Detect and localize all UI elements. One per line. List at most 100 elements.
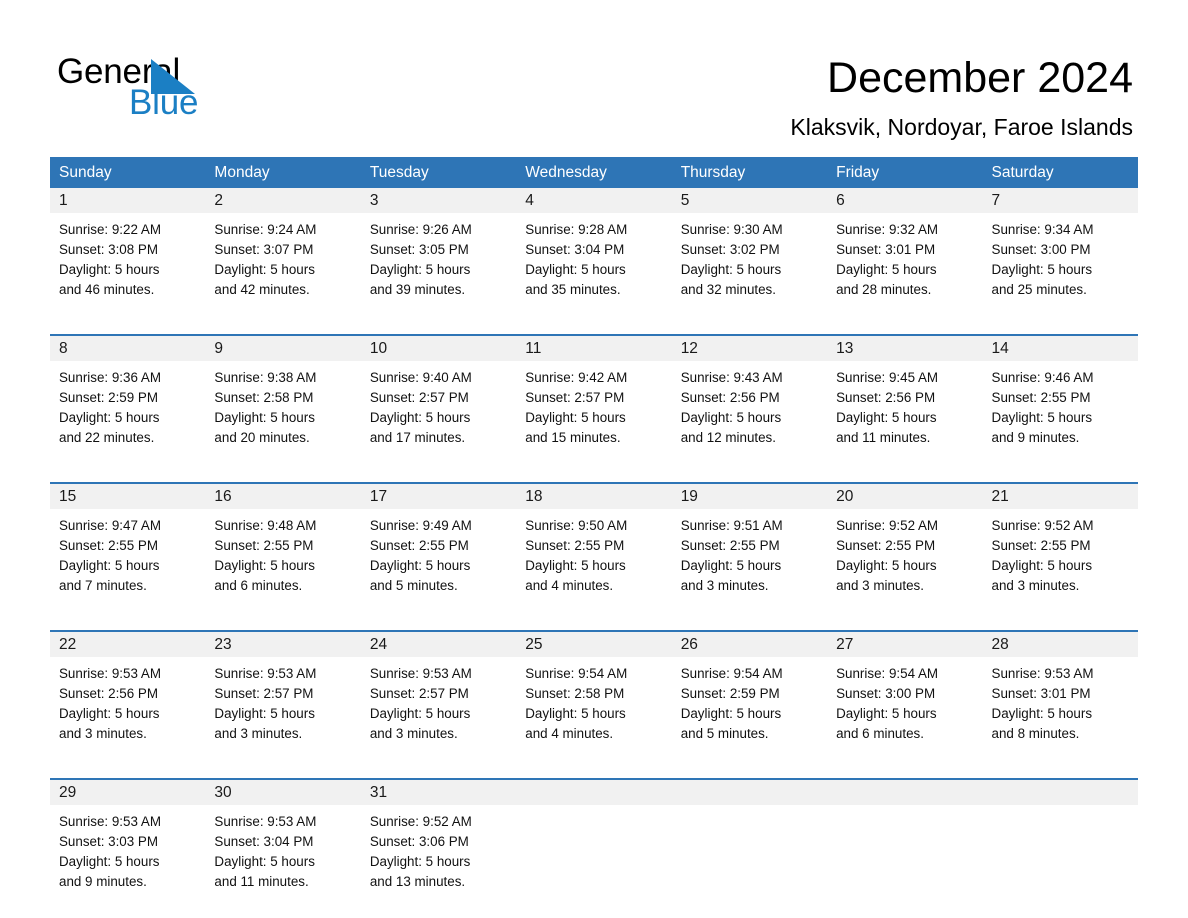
- day-cell[interactable]: Sunrise: 9:42 AM Sunset: 2:57 PM Dayligh…: [516, 361, 671, 470]
- day-detail-row: Sunrise: 9:53 AM Sunset: 2:56 PM Dayligh…: [50, 657, 1138, 766]
- day-cell[interactable]: Sunrise: 9:22 AM Sunset: 3:08 PM Dayligh…: [50, 213, 205, 322]
- calendar-week-row: 8 9 10 11 12 13 14 Sunrise: 9:36 AM Suns…: [50, 334, 1138, 470]
- day-cell[interactable]: Sunrise: 9:26 AM Sunset: 3:05 PM Dayligh…: [361, 213, 516, 322]
- sunrise-text: Sunrise: 9:53 AM: [214, 814, 317, 829]
- sunrise-text: Sunrise: 9:53 AM: [991, 666, 1094, 681]
- sunset-text: Sunset: 3:04 PM: [525, 242, 625, 257]
- day-number: 1: [59, 192, 68, 209]
- day-cell[interactable]: Sunrise: 9:53 AM Sunset: 2:56 PM Dayligh…: [50, 657, 205, 766]
- daylight-text-line1: Daylight: 5 hours: [59, 410, 160, 425]
- day-cell[interactable]: Sunrise: 9:34 AM Sunset: 3:00 PM Dayligh…: [983, 213, 1138, 322]
- day-number: 12: [680, 340, 698, 357]
- day-number-row: 29 30 31: [50, 780, 1138, 805]
- daylight-text-line1: Daylight: 5 hours: [991, 706, 1093, 721]
- day-cell[interactable]: Sunrise: 9:50 AM Sunset: 2:55 PM Dayligh…: [516, 509, 671, 618]
- day-cell[interactable]: Sunrise: 9:47 AM Sunset: 2:55 PM Dayligh…: [50, 509, 205, 618]
- day-cell[interactable]: Sunrise: 9:53 AM Sunset: 3:03 PM Dayligh…: [50, 805, 205, 917]
- day-cell[interactable]: Sunrise: 9:52 AM Sunset: 2:55 PM Dayligh…: [827, 509, 982, 618]
- day-number: 9: [214, 340, 224, 357]
- sunset-text: Sunset: 3:07 PM: [214, 242, 314, 257]
- daylight-text-line1: Daylight: 5 hours: [836, 558, 937, 573]
- sunset-text: Sunset: 2:58 PM: [214, 390, 314, 405]
- day-cell[interactable]: Sunrise: 9:38 AM Sunset: 2:58 PM Dayligh…: [205, 361, 360, 470]
- day-number-row: 1 2 3 4 5 6 7: [50, 188, 1138, 213]
- day-cell[interactable]: Sunrise: 9:54 AM Sunset: 3:00 PM Dayligh…: [827, 657, 982, 766]
- day-cell[interactable]: Sunrise: 9:30 AM Sunset: 3:02 PM Dayligh…: [672, 213, 827, 322]
- day-cell[interactable]: Sunrise: 9:40 AM Sunset: 2:57 PM Dayligh…: [361, 361, 516, 470]
- day-cell[interactable]: Sunrise: 9:48 AM Sunset: 2:55 PM Dayligh…: [205, 509, 360, 618]
- day-number: 26: [680, 636, 698, 653]
- day-number: 7: [991, 192, 1001, 209]
- weekday-header-thursday: Thursday: [680, 164, 746, 181]
- sunrise-text: Sunrise: 9:46 AM: [991, 370, 1094, 385]
- sunrise-text: Sunrise: 9:38 AM: [214, 370, 317, 385]
- daylight-text-line2: and 9 minutes.: [59, 874, 147, 889]
- day-cell[interactable]: Sunrise: 9:49 AM Sunset: 2:55 PM Dayligh…: [361, 509, 516, 618]
- day-cell[interactable]: Sunrise: 9:52 AM Sunset: 3:06 PM Dayligh…: [361, 805, 516, 917]
- day-number: 15: [59, 488, 77, 505]
- day-number: 28: [991, 636, 1009, 653]
- page-title: December 2024: [827, 54, 1133, 102]
- weekday-header-sunday: Sunday: [59, 164, 112, 181]
- day-number: 14: [991, 340, 1009, 357]
- general-blue-logo[interactable]: General Blue: [57, 52, 257, 124]
- sunrise-text: Sunrise: 9:32 AM: [836, 222, 939, 237]
- day-number: 25: [525, 636, 543, 653]
- day-cell[interactable]: Sunrise: 9:32 AM Sunset: 3:01 PM Dayligh…: [827, 213, 982, 322]
- day-cell[interactable]: Sunrise: 9:51 AM Sunset: 2:55 PM Dayligh…: [672, 509, 827, 618]
- weekday-header-wednesday: Wednesday: [525, 164, 607, 181]
- day-number: 10: [369, 340, 388, 357]
- day-number: 18: [525, 488, 543, 505]
- daylight-text-line2: and 3 minutes.: [836, 578, 924, 593]
- sunrise-text: Sunrise: 9:54 AM: [836, 666, 939, 681]
- daylight-text-line1: Daylight: 5 hours: [836, 262, 937, 277]
- sunrise-text: Sunrise: 9:53 AM: [214, 666, 317, 681]
- day-number-empty: [516, 780, 671, 805]
- daylight-text-line1: Daylight: 5 hours: [525, 410, 626, 425]
- daylight-text-line2: and 13 minutes.: [369, 874, 466, 889]
- sunrise-text: Sunrise: 9:36 AM: [59, 370, 161, 385]
- daylight-text-line1: Daylight: 5 hours: [991, 558, 1093, 573]
- week-spacer: [50, 322, 1138, 334]
- day-cell[interactable]: Sunrise: 9:24 AM Sunset: 3:07 PM Dayligh…: [205, 213, 360, 322]
- daylight-text-line1: Daylight: 5 hours: [369, 706, 471, 721]
- sunset-text: Sunset: 2:55 PM: [836, 538, 936, 553]
- sunset-text: Sunset: 2:55 PM: [369, 538, 469, 553]
- day-cell[interactable]: Sunrise: 9:53 AM Sunset: 2:57 PM Dayligh…: [205, 657, 360, 766]
- daylight-text-line2: and 6 minutes.: [214, 578, 303, 593]
- daylight-text-line1: Daylight: 5 hours: [680, 262, 782, 277]
- day-cell[interactable]: Sunrise: 9:43 AM Sunset: 2:56 PM Dayligh…: [672, 361, 827, 470]
- calendar-week-row: 22 23 24 25 26 27 28 Sunrise: 9:53 AM Su…: [50, 630, 1138, 766]
- daylight-text-line2: and 5 minutes.: [680, 726, 769, 741]
- day-cell[interactable]: Sunrise: 9:53 AM Sunset: 3:01 PM Dayligh…: [983, 657, 1138, 766]
- daylight-text-line2: and 5 minutes.: [369, 578, 458, 593]
- sunset-text: Sunset: 2:55 PM: [991, 538, 1091, 553]
- sunset-text: Sunset: 2:55 PM: [525, 538, 625, 553]
- day-number: 22: [59, 636, 77, 653]
- daylight-text-line1: Daylight: 5 hours: [836, 410, 937, 425]
- daylight-text-line2: and 28 minutes.: [836, 282, 932, 297]
- day-cell[interactable]: Sunrise: 9:54 AM Sunset: 2:58 PM Dayligh…: [516, 657, 671, 766]
- day-cell[interactable]: Sunrise: 9:46 AM Sunset: 2:55 PM Dayligh…: [983, 361, 1138, 470]
- day-cell[interactable]: Sunrise: 9:28 AM Sunset: 3:04 PM Dayligh…: [516, 213, 671, 322]
- day-cell[interactable]: Sunrise: 9:53 AM Sunset: 2:57 PM Dayligh…: [361, 657, 516, 766]
- daylight-text-line1: Daylight: 5 hours: [836, 706, 937, 721]
- day-number: 11: [525, 340, 542, 357]
- daylight-text-line1: Daylight: 5 hours: [59, 854, 160, 869]
- day-cell[interactable]: Sunrise: 9:36 AM Sunset: 2:59 PM Dayligh…: [50, 361, 205, 470]
- day-cell[interactable]: Sunrise: 9:52 AM Sunset: 2:55 PM Dayligh…: [983, 509, 1138, 618]
- sunrise-text: Sunrise: 9:53 AM: [59, 814, 161, 829]
- day-cell[interactable]: Sunrise: 9:54 AM Sunset: 2:59 PM Dayligh…: [672, 657, 827, 766]
- day-cell[interactable]: Sunrise: 9:45 AM Sunset: 2:56 PM Dayligh…: [827, 361, 982, 470]
- sunset-text: Sunset: 3:08 PM: [59, 242, 158, 257]
- daylight-text-line1: Daylight: 5 hours: [680, 706, 782, 721]
- daylight-text-line2: and 4 minutes.: [525, 578, 614, 593]
- sunset-text: Sunset: 2:55 PM: [680, 538, 780, 553]
- day-cell[interactable]: Sunrise: 9:53 AM Sunset: 3:04 PM Dayligh…: [205, 805, 360, 917]
- sunrise-text: Sunrise: 9:24 AM: [214, 222, 317, 237]
- daylight-text-line1: Daylight: 5 hours: [680, 558, 782, 573]
- day-number: 19: [680, 488, 698, 505]
- sunset-text: Sunset: 2:55 PM: [59, 538, 158, 553]
- day-number: 4: [525, 192, 534, 209]
- sunset-text: Sunset: 2:56 PM: [59, 686, 158, 701]
